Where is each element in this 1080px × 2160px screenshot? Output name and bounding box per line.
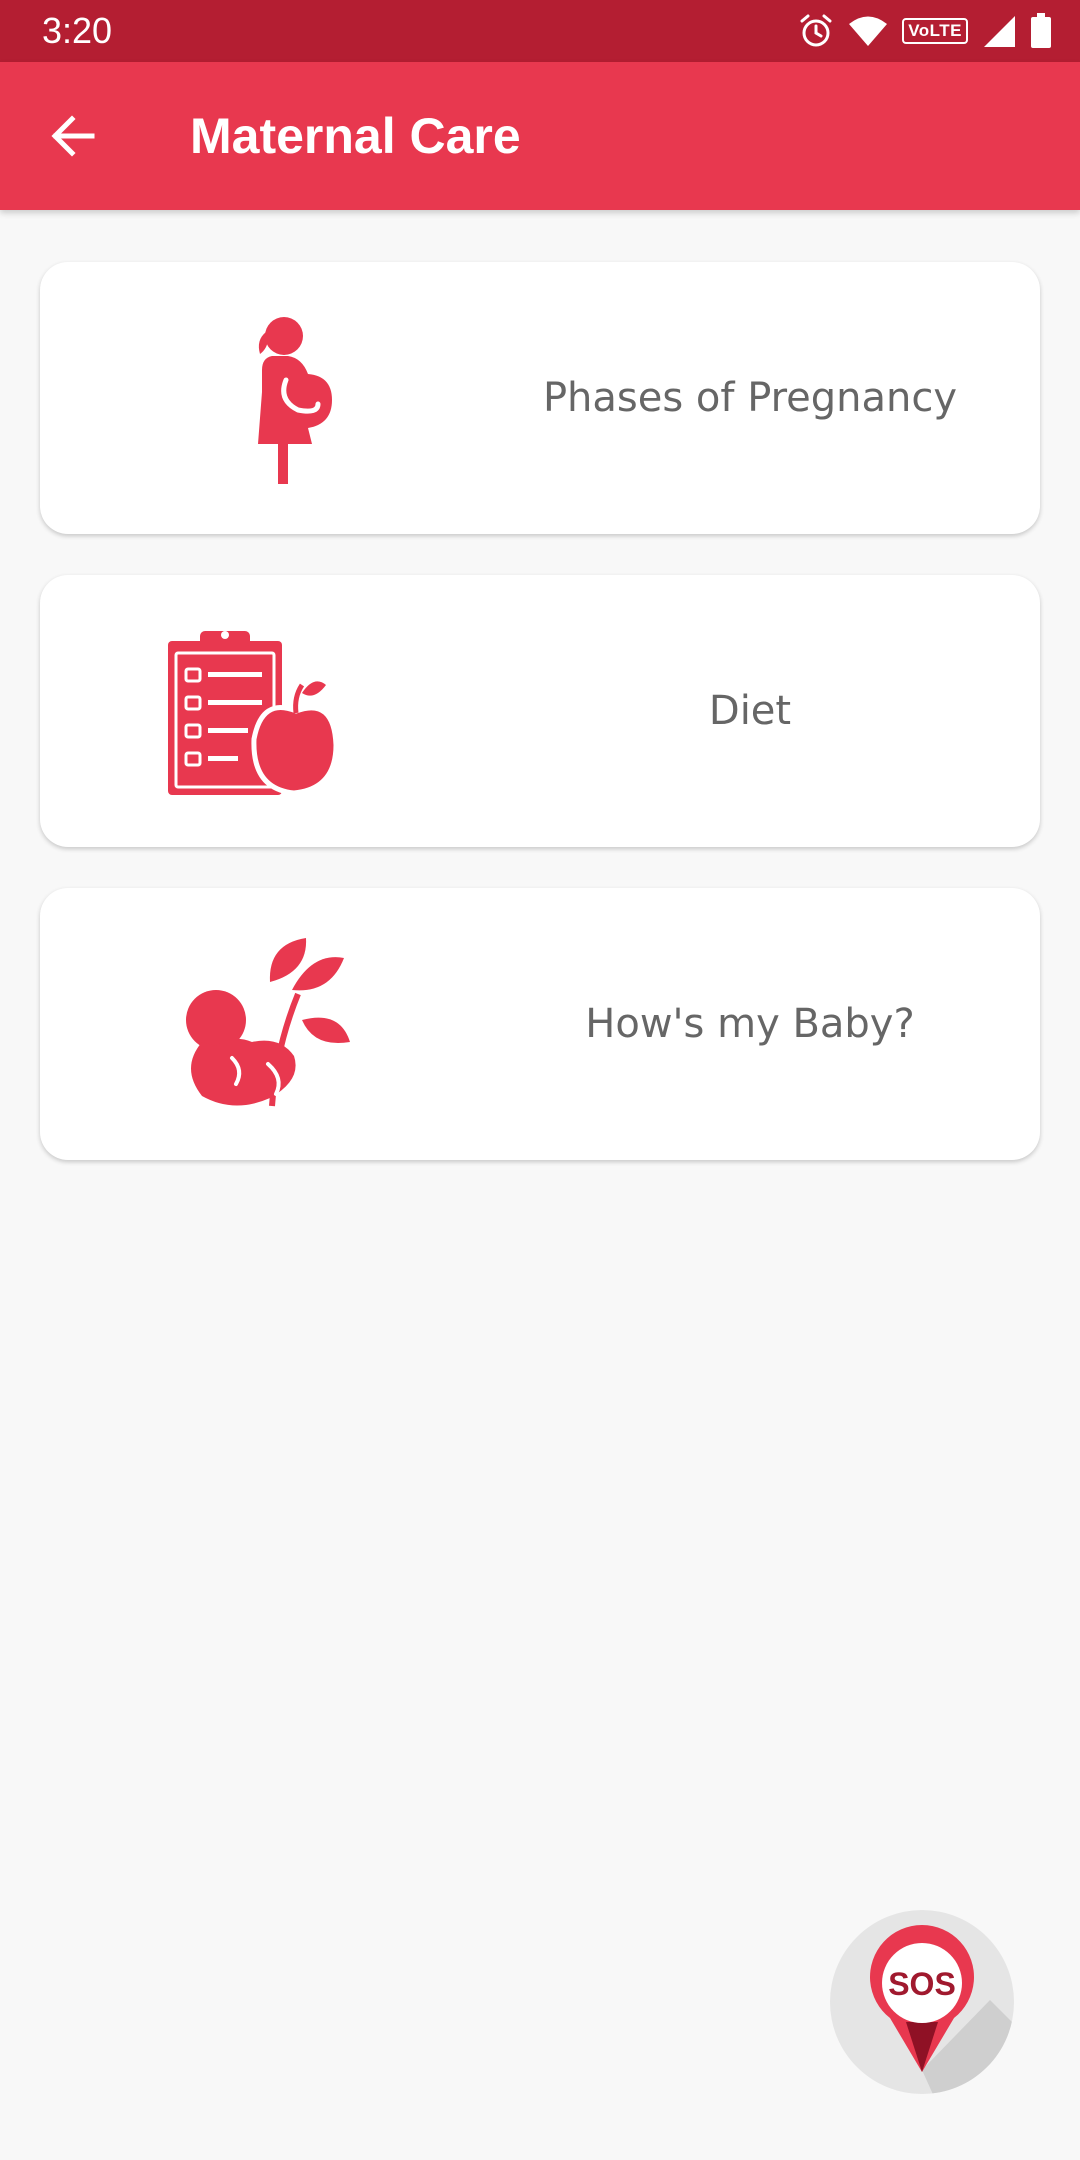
sos-button[interactable]: SOS [830, 1910, 1014, 2094]
card-label: Diet [708, 688, 792, 734]
app-bar: Maternal Care [0, 62, 1080, 210]
status-time: 3:20 [42, 10, 113, 51]
page-title: Maternal Care [190, 108, 521, 164]
hows-my-baby-card[interactable]: How's my Baby? [40, 888, 1040, 1160]
pregnant-woman-icon [258, 317, 332, 484]
alarm-icon [800, 14, 832, 47]
card-label: How's my Baby? [585, 1001, 915, 1047]
sos-location-pin-icon: SOS [870, 1925, 1014, 2094]
diet-checklist-apple-icon [168, 631, 339, 796]
wifi-icon [849, 16, 888, 46]
baby-growth-icon [186, 938, 350, 1107]
diet-card[interactable]: Diet [40, 575, 1040, 847]
phases-of-pregnancy-card[interactable]: Phases of Pregnancy [40, 262, 1040, 534]
status-icons: VoLTE [798, 12, 1052, 50]
back-button[interactable] [44, 108, 104, 164]
volte-icon: VoLTE [902, 18, 968, 44]
battery-icon [1031, 13, 1051, 48]
card-label: Phases of Pregnancy [542, 375, 958, 421]
status-bar: 3:20 VoLTE [0, 0, 1080, 62]
arrow-left-icon [51, 115, 95, 157]
signal-icon [984, 16, 1015, 47]
sos-label: SOS [888, 1966, 956, 2002]
